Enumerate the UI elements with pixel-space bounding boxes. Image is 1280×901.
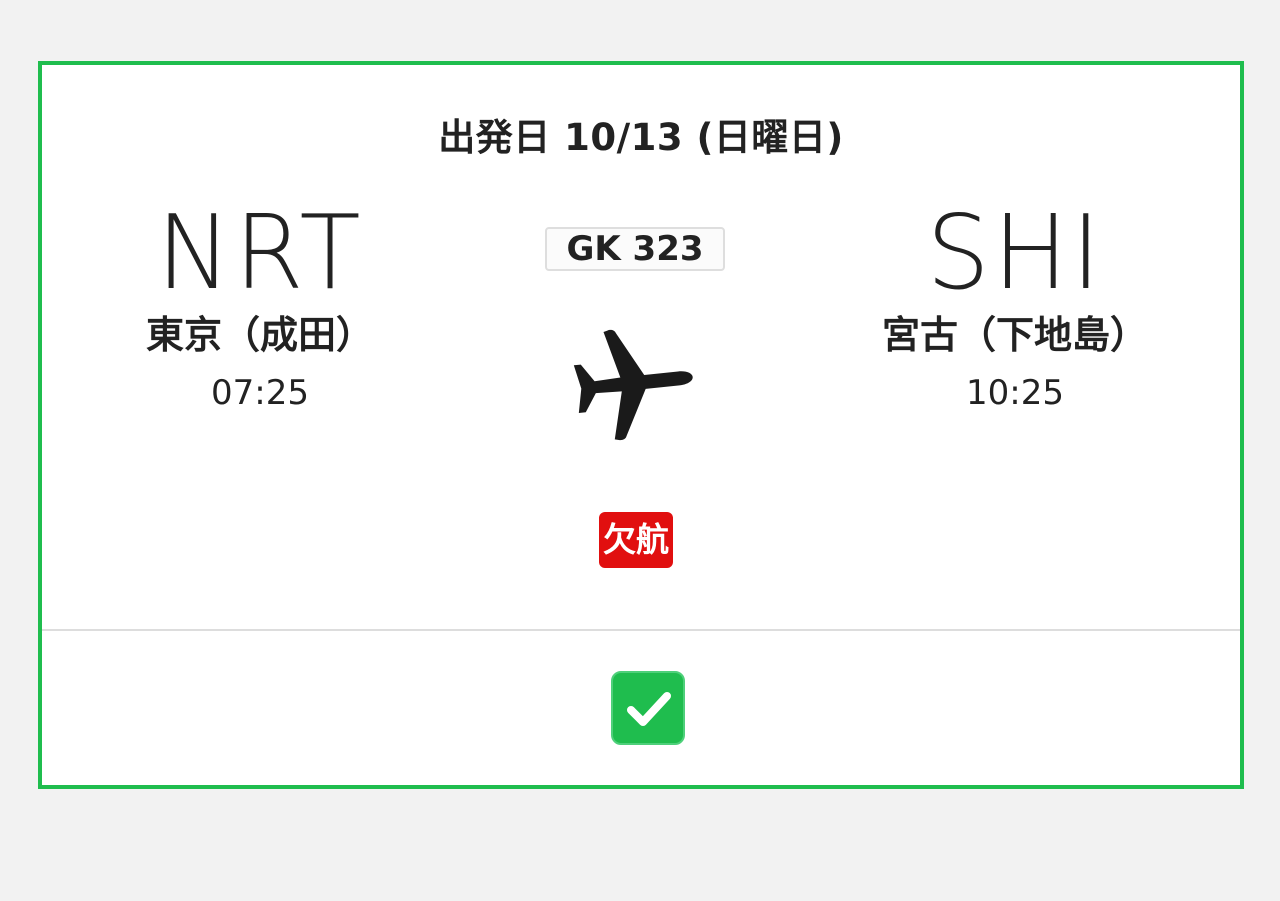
select-checkbox[interactable]	[611, 671, 685, 745]
divider	[42, 629, 1240, 631]
departure-time: 07:25	[211, 373, 309, 413]
arrival-code: SHI	[926, 192, 1104, 313]
airplane-icon	[573, 329, 693, 441]
departure-date: 出発日 10/13 (日曜日)	[438, 116, 844, 159]
checkmark-icon	[627, 692, 671, 726]
arrival-airport: SHI 宮古（下地島） 10:25	[805, 192, 1225, 413]
arrival-time: 10:25	[966, 373, 1064, 413]
flight-number-badge: GK 323	[545, 227, 725, 271]
departure-code: NRT	[156, 192, 364, 313]
departure-airport: NRT 東京（成田） 07:25	[50, 192, 470, 413]
status-badge: 欠航	[599, 512, 673, 568]
arrival-city: 宮古（下地島）	[881, 313, 1148, 357]
flight-card[interactable]: 出発日 10/13 (日曜日) NRT 東京（成田） 07:25 GK 323 …	[38, 61, 1244, 789]
departure-city: 東京（成田）	[145, 313, 374, 357]
